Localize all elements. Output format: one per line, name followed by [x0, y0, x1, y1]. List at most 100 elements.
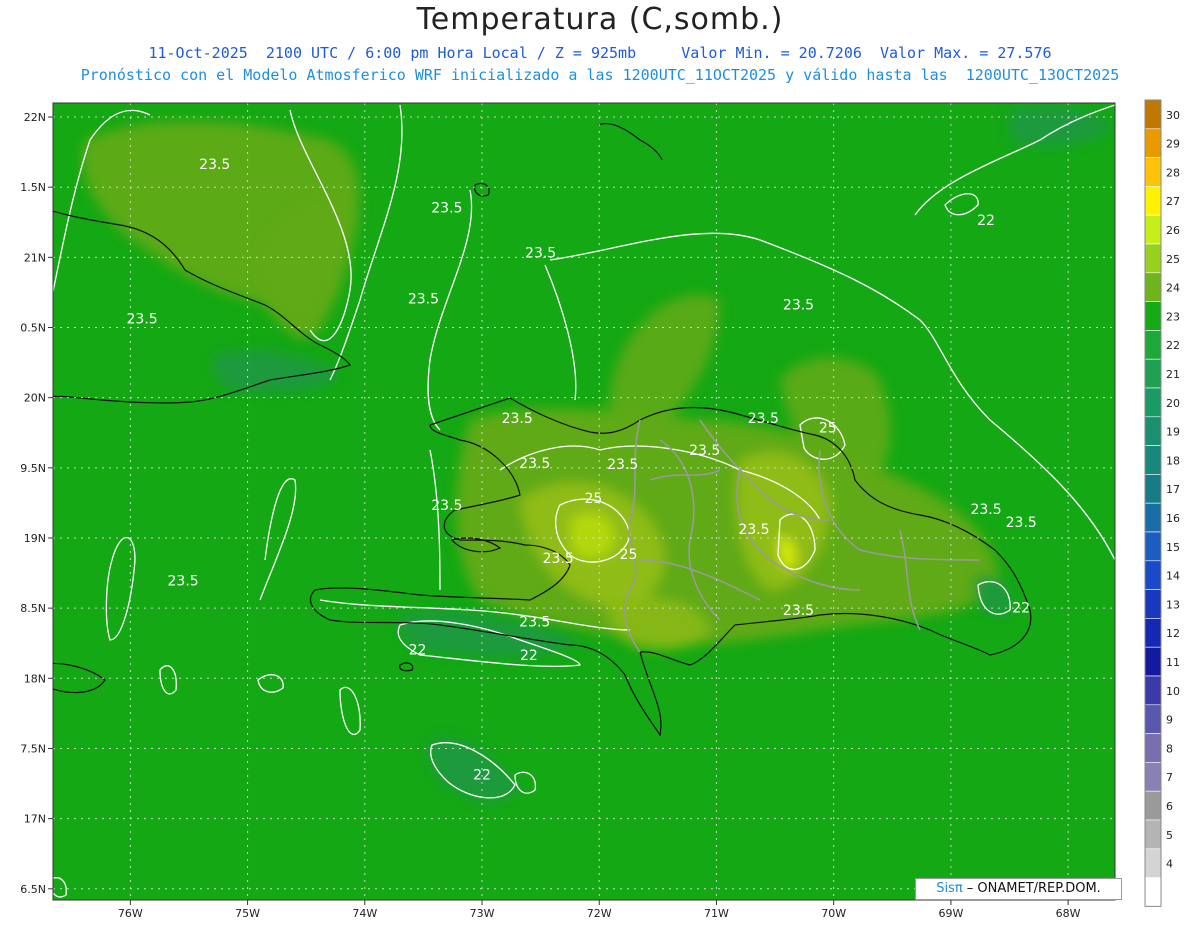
contour-label-3: 23.5 [127, 311, 158, 327]
colorbar-swatch-8 [1144, 330, 1162, 360]
x-tick-label-5: 71W [704, 907, 729, 920]
contour-label-11: 23.5 [689, 443, 720, 459]
credit-text: – ONAMET/REP.DOM. [962, 881, 1101, 896]
contour-label-16: 23.5 [738, 522, 769, 538]
contour-label-13: 23.5 [970, 502, 1001, 518]
colorbar-label-1: 29 [1166, 138, 1180, 151]
x-tick-label-7: 69W [938, 907, 963, 920]
colorbar-swatch-1 [1144, 128, 1162, 158]
contour-label-14: 23.5 [1006, 515, 1037, 531]
y-tick-label-8: 18N [24, 672, 46, 685]
colorbar-label-17: 13 [1166, 598, 1180, 611]
colorbar-label-0: 30 [1166, 109, 1180, 122]
x-tick-label-1: 75W [235, 907, 260, 920]
contour-label-8: 23.5 [748, 411, 779, 427]
colorbar-swatch-5 [1144, 243, 1162, 274]
contour-label-9: 23.5 [519, 456, 550, 472]
x-tick-label-3: 73W [470, 907, 495, 920]
colorbar-label-16: 14 [1166, 570, 1180, 583]
colorbar-label-3: 27 [1166, 195, 1180, 208]
contour-label-17: 23.5 [543, 551, 574, 567]
colorbar-swatch-14 [1144, 502, 1162, 533]
y-tick-label-11: 6.5N [20, 883, 46, 896]
colorbar-label-6: 24 [1166, 282, 1180, 295]
contour-label-23: 22 [520, 648, 538, 664]
colorbar-label-20: 10 [1166, 685, 1180, 698]
colorbar-swatch-18 [1144, 618, 1162, 648]
credit-brand: Sisπ [936, 881, 963, 896]
colorbar-label-13: 17 [1166, 483, 1180, 496]
colorbar-swatch-17 [1144, 589, 1162, 619]
colorbar-label-15: 15 [1166, 541, 1180, 554]
colorbar-label-26: 4 [1166, 858, 1173, 871]
contour-label-2: 23.5 [525, 245, 556, 261]
y-tick-label-7: 8.5N [20, 602, 46, 615]
colorbar-legend: 30 29 28 27 26 25 24 23 22 21 20 19 18 17 16 15 14 13 12 11… [1144, 99, 1180, 907]
y-tick-label-9: 7.5N [20, 742, 46, 755]
colorbar-label-8: 22 [1166, 339, 1180, 352]
colorbar-swatch-6 [1144, 272, 1162, 302]
y-axis: 22N 1.5N 21N 0.5N 20N 9.5N 19N 8.5N 18N 7.5N 17N 6.… [20, 111, 53, 896]
colorbar-label-2: 28 [1166, 166, 1180, 179]
colorbar-swatch-13 [1144, 474, 1162, 504]
contour-label-5: 23.5 [783, 297, 814, 313]
contour-label-10: 23.5 [607, 457, 638, 473]
colorbar-swatch-26 [1144, 848, 1162, 878]
y-tick-label-2: 21N [24, 251, 46, 264]
colorbar-label-12: 18 [1166, 454, 1180, 467]
colorbar-label-18: 12 [1166, 627, 1180, 640]
colorbar-swatch-24 [1144, 790, 1162, 821]
y-tick-label-4: 20N [24, 392, 46, 405]
x-tick-label-2: 74W [352, 907, 377, 920]
temperature-map: 23.5 23.5 23.5 23.5 23.5 23.5 22 23.5 23.5 23.5 23… [20, 99, 1180, 920]
colorbar-swatch-10 [1144, 387, 1162, 418]
contour-label-21: 23.5 [519, 614, 550, 630]
map-title: Temperatura (C,somb.) [416, 2, 784, 37]
colorbar-swatch-11 [1144, 416, 1162, 446]
contour-label-7: 23.5 [502, 411, 533, 427]
colorbar-swatch-20 [1144, 675, 1162, 706]
colorbar-swatch-7 [1144, 301, 1162, 331]
x-tick-label-8: 68W [1056, 907, 1081, 920]
colorbar-swatch-15 [1144, 531, 1162, 562]
colorbar-label-22: 8 [1166, 742, 1173, 755]
colorbar-swatch-3 [1144, 186, 1162, 216]
contour-label-25: 25 [819, 421, 837, 437]
x-axis: 76W 75W 74W 73W 72W 71W 70W 69W 68W [118, 900, 1081, 920]
colorbar-swatch-19 [1144, 646, 1162, 677]
contour-label-15: 25 [584, 491, 602, 507]
colorbar-swatch-12 [1144, 445, 1162, 475]
colorbar-label-23: 7 [1166, 771, 1173, 784]
colorbar-label-4: 26 [1166, 224, 1180, 237]
contour-label-26: 22 [473, 767, 491, 783]
colorbar-swatch-22 [1144, 733, 1162, 763]
y-tick-label-1: 1.5N [20, 181, 46, 194]
y-tick-label-6: 19N [24, 532, 46, 545]
colorbar-label-7: 23 [1166, 310, 1180, 323]
contour-label-18: 25 [620, 547, 638, 563]
subtitle-model-info: Pronóstico con el Modelo Atmosferico WRF… [80, 66, 1120, 84]
subtitle-valid-time: 11-Oct-2025 2100 UTC / 6:00 pm Hora Loca… [148, 44, 1052, 62]
contour-label-19: 23.5 [168, 574, 199, 590]
colorbar-label-9: 21 [1166, 368, 1180, 381]
colorbar-swatch-2 [1144, 157, 1162, 187]
y-tick-label-10: 17N [24, 813, 46, 826]
y-tick-label-3: 0.5N [20, 322, 46, 335]
colorbar-swatch-25 [1144, 819, 1162, 850]
contour-label-20: 23.5 [783, 603, 814, 619]
colorbar-swatch-9 [1144, 358, 1162, 389]
colorbar-label-5: 25 [1166, 253, 1180, 266]
x-tick-label-0: 76W [118, 907, 143, 920]
contour-label-6: 22 [977, 213, 995, 229]
contour-label-1: 23.5 [431, 200, 462, 216]
x-tick-label-4: 72W [587, 907, 612, 920]
colorbar-swatch-27 [1144, 877, 1162, 907]
colorbar-swatch-4 [1144, 214, 1162, 245]
colorbar-swatch-16 [1144, 560, 1162, 590]
colorbar-swatch-23 [1144, 762, 1162, 792]
contour-label-0: 23.5 [199, 157, 230, 173]
credit-badge: Sisπ – ONAMET/REP.DOM. [915, 878, 1122, 900]
contour-label-4: 23.5 [408, 292, 439, 308]
y-tick-label-5: 9.5N [20, 462, 46, 475]
colorbar-label-11: 19 [1166, 426, 1180, 439]
